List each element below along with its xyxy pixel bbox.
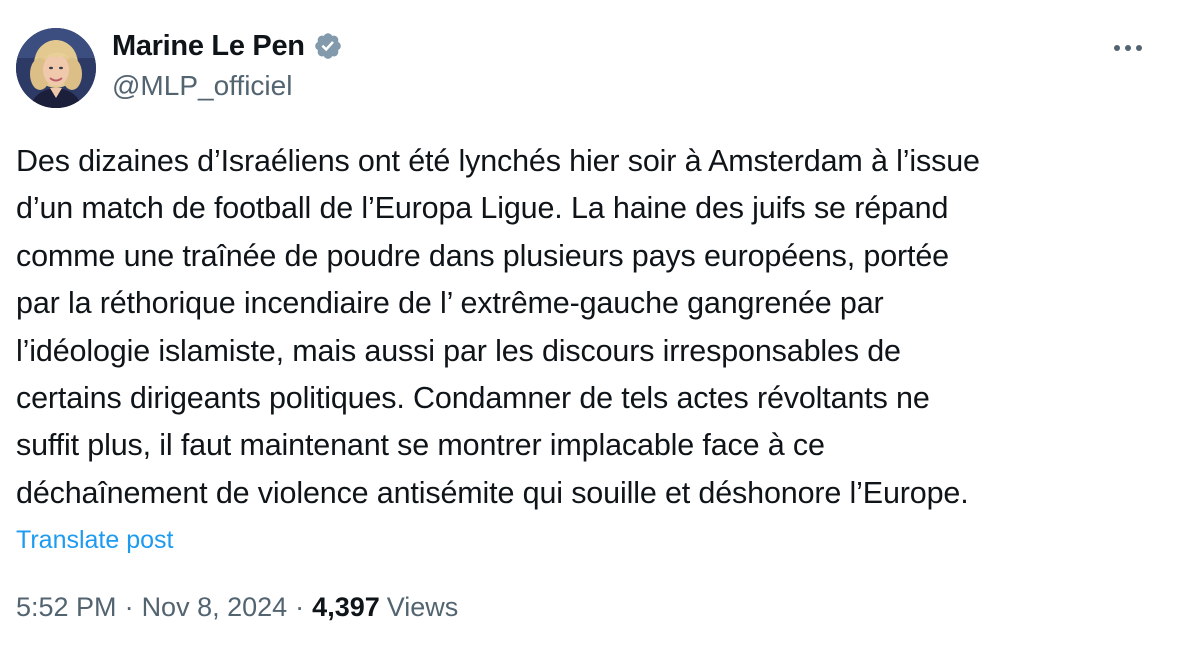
profile-photo (16, 28, 96, 108)
post-meta: 5:52 PM · Nov 8, 2024 · 4,397 Views (16, 592, 458, 623)
avatar[interactable] (16, 28, 96, 108)
more-horizontal-icon (1114, 45, 1142, 51)
post-date[interactable]: Nov 8, 2024 (142, 592, 288, 623)
author-name-row: Marine Le Pen (112, 28, 343, 64)
post-text: Des dizaines d’Israéliens ont été lynché… (16, 144, 980, 510)
separator: · (124, 592, 134, 622)
separator: · (295, 592, 305, 622)
post-time[interactable]: 5:52 PM (16, 592, 117, 623)
translate-post-link[interactable]: Translate post (16, 526, 173, 555)
display-name[interactable]: Marine Le Pen (112, 30, 305, 63)
tweet: Marine Le Pen @MLP_officiel Des dizaines… (0, 0, 1178, 650)
views-count: 4,397 (312, 592, 380, 622)
verified-badge-icon[interactable] (313, 31, 343, 61)
views-label: Views (386, 592, 459, 622)
more-options-button[interactable] (1108, 34, 1148, 62)
author-handle[interactable]: @MLP_officiel (112, 70, 292, 102)
